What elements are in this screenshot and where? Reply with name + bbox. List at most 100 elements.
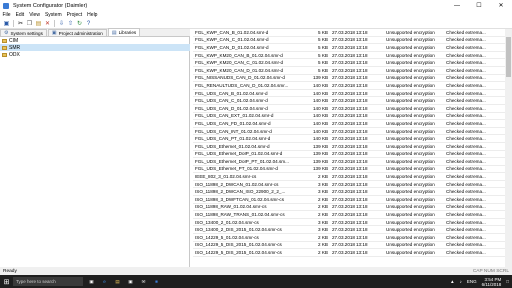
file-row[interactable]: ISO_11898_RAW_TRANS_01.02.04.smr-cs 2 KB 2… <box>193 211 505 219</box>
copy-icon[interactable]: ❐ <box>26 20 33 27</box>
file-row[interactable]: FGL_UDS_Ethernet_01.02.04.smr-d 139 KB 27.… <box>193 143 505 151</box>
file-row[interactable]: FGL_UDS_CAN_EXT_01.02.04.smr-d 140 KB 27.0… <box>193 113 505 121</box>
file-row[interactable]: FGL_UDS_Ethernet_PT_01.02.04.smr-d 139 KB… <box>193 166 505 174</box>
file-row[interactable]: FGL_KWP_CAN_D_01.02.04.smr-d 5 KB 27.03.20… <box>193 44 505 52</box>
file-date: 27.03.2018 <box>332 174 355 180</box>
file-row[interactable]: ISO_14229_5_DIS_2015_01.02.04.smr-cs 2 KB… <box>193 249 505 257</box>
file-name: FGL_KWP_CAN_B_01.02.04.smr-d <box>195 29 269 35</box>
file-time: 13:18 <box>356 98 368 104</box>
file-row[interactable]: ISO_14229_5_DIS_2015_01.02.04.smr-cs 2 KB… <box>193 242 505 250</box>
vertical-scrollbar[interactable] <box>505 29 512 267</box>
file-size: 3 KB <box>318 181 328 187</box>
file-name: FGL_KWP_KM20_CAN_C_01.02.04.smr-d <box>195 60 284 66</box>
task-view-icon[interactable]: ▣ <box>85 275 98 288</box>
store-icon[interactable]: ▣ <box>124 275 137 288</box>
tab-project-administration[interactable]: ▣ Project administration <box>47 29 107 36</box>
file-time: 13:18 <box>356 120 368 126</box>
file-size: 140 KB <box>313 105 329 111</box>
file-row[interactable]: ISO_11898_2_DWCAN_ISO_22900_2_2_... 3 KB 2… <box>193 188 505 197</box>
file-status: Checked extrema... <box>446 98 486 104</box>
cut-icon[interactable]: ✂ <box>17 20 24 27</box>
tree-node-cim[interactable]: CIM <box>0 37 189 44</box>
file-row[interactable]: FGL_UDS_Ethernet_DoIP_PT_01.02.04.sm... 1… <box>193 158 505 166</box>
language-indicator[interactable]: ENG <box>467 279 477 284</box>
taskbar-search-input[interactable]: Type here to search <box>13 277 83 286</box>
save-icon[interactable]: ▣ <box>3 20 10 27</box>
file-row[interactable]: FGL_UDS_CAN_PT_01.02.04.smr-d 140 KB 27.03… <box>193 135 505 143</box>
file-name: FGL_UDS_CAN_INT_01.02.04.smr-d <box>195 128 272 134</box>
refresh-icon[interactable]: ↻ <box>76 20 83 27</box>
file-status: Checked extrema... <box>446 219 486 225</box>
file-status: Checked extrema... <box>446 204 486 210</box>
file-row[interactable]: FGL_UDS_CAN_FD_01.02.04.smr-d 140 KB 27.03… <box>193 120 505 128</box>
file-row[interactable]: ISO_11898_3_DWFTCAN_01.02.04.smr-cs 2 KB 2… <box>193 196 505 204</box>
file-date: 27.03.2018 <box>332 60 355 66</box>
file-encryption: Unsupported encryption <box>386 98 435 104</box>
file-row[interactable]: FGL_KWP_KM20_CAN_B_01.02.04.smr-d 5 KB 27.… <box>193 52 505 60</box>
file-row[interactable]: FGL_UDS_CAN_C_01.02.04.smr-d 140 KB 27.03.… <box>193 97 505 105</box>
file-name: ISO_14229_5_DIS_2015_01.02.04.smr-cs <box>195 250 282 256</box>
file-row[interactable]: ISO_11898_RAW_01.02.04.smr-cs 2 KB 27.03.2… <box>193 204 505 212</box>
file-row[interactable]: ISO_13400_2_DIS_2015_01.02.04.smr-cs 3 KB… <box>193 226 505 235</box>
file-time: 13:18 <box>356 219 368 225</box>
minimize-button[interactable]: — <box>446 0 468 11</box>
file-status: Checked extrema... <box>446 37 486 43</box>
mail-icon[interactable]: ✉ <box>137 275 150 288</box>
file-row[interactable]: ISO_13400_2_01.02.04.smr-cs 3 KB 27.03.201… <box>193 219 505 227</box>
menu-view[interactable]: View <box>27 12 43 18</box>
notifications-icon[interactable]: □ <box>506 279 509 284</box>
file-explorer-icon[interactable]: ▤ <box>111 275 124 288</box>
file-size: 5 KB <box>318 60 328 66</box>
title-bar: System Configurator (Daimler) — ☐ ✕ <box>0 0 512 11</box>
file-row[interactable]: IEEE_802_3_01.02.04.smr-cs 2 KB 27.03.2018… <box>193 173 505 181</box>
file-row[interactable]: ISO_11898_2_DWCAN_01.02.04.smr-cs 3 KB 27.… <box>193 181 505 189</box>
file-name: FGL_UDS_CAN_B_01.02.04.smr-d <box>195 90 268 96</box>
file-row[interactable]: FGL_KWP_KM20_CAN_D_01.02.04.smr-d 5 KB 27.… <box>193 67 505 75</box>
window-title: System Configurator (Daimler) <box>13 2 88 9</box>
scrollbar-thumb[interactable] <box>506 37 511 77</box>
file-size: 5 KB <box>318 67 328 73</box>
tree-node-odx[interactable]: ODX <box>0 51 189 58</box>
help-icon[interactable]: ? <box>85 20 92 27</box>
file-row[interactable]: FGL_UDS_CAN_B_01.02.04.smr-d 140 KB 27.03.… <box>193 90 505 98</box>
file-time: 13:18 <box>356 128 368 134</box>
file-encryption: Unsupported encryption <box>386 128 435 134</box>
paste-icon[interactable]: ▤ <box>35 20 42 27</box>
file-encryption: Unsupported encryption <box>386 242 435 248</box>
menu-system[interactable]: System <box>42 12 64 18</box>
close-button[interactable]: ✕ <box>490 0 512 11</box>
clock[interactable]: 3:54 PM 6/11/2018 <box>482 277 502 287</box>
file-row[interactable]: FGL_KWP_CAN_B_01.02.04.smr-d 5 KB 27.03.20… <box>193 29 505 37</box>
file-date: 27.03.2018 <box>332 29 355 35</box>
app-taskbar-icon[interactable]: ■ <box>150 275 163 288</box>
file-row[interactable]: FGL_UDS_CAN_INT_01.02.04.smr-d 140 KB 27.0… <box>193 128 505 136</box>
menu-edit[interactable]: Edit <box>13 12 27 18</box>
file-row[interactable]: FGL_NISSANUDS_CAN_D_01.02.04.smr-d 139 KB… <box>193 75 505 83</box>
menu-project[interactable]: Project <box>64 12 85 18</box>
delete-icon[interactable]: ✕ <box>44 20 51 27</box>
file-row[interactable]: FGL_KWP_CAN_C_01.02.04.smr-d 5 KB 27.03.20… <box>193 37 505 45</box>
edge-browser-icon[interactable]: e <box>98 275 111 288</box>
tree-node-smr[interactable]: SMR <box>0 44 190 51</box>
file-encryption: Unsupported encryption <box>386 181 435 187</box>
file-status: Checked extrema... <box>446 60 486 66</box>
network-icon[interactable]: ▲ <box>450 279 454 284</box>
file-row[interactable]: FGL_UDS_CAN_D_01.02.04.smr-d 140 KB 27.03.… <box>193 105 505 113</box>
windows-start-icon[interactable]: ⊞ <box>0 275 13 288</box>
export-icon[interactable]: ⇧ <box>67 20 74 27</box>
menu-file[interactable]: File <box>0 12 13 18</box>
tab-system-settings[interactable]: ⚙ System settings <box>0 29 47 36</box>
file-row[interactable]: FGL_RENAULTUDS_CAN_D_01.02.04.smr... 140 … <box>193 82 505 90</box>
tab-libraries[interactable]: ▤ Libraries <box>107 28 141 36</box>
volume-icon[interactable]: ♪ <box>460 279 462 284</box>
file-status: Checked extrema... <box>446 120 486 126</box>
file-date: 27.03.2018 <box>332 204 355 210</box>
file-row[interactable]: FGL_KWP_KM20_CAN_C_01.02.04.smr-d 5 KB 27.… <box>193 59 505 67</box>
file-name: FGL_KWP_KM20_CAN_D_01.02.04.smr-d <box>195 67 284 73</box>
maximize-button[interactable]: ☐ <box>468 0 490 11</box>
file-row[interactable]: FGL_UDS_Ethernet_DoIP_01.02.04.smr-d 139 … <box>193 151 505 159</box>
import-icon[interactable]: ⇩ <box>58 20 65 27</box>
menu-help[interactable]: Help <box>85 12 100 18</box>
file-row[interactable]: ISO_14229_5_01.02.04.smr-cs 2 KB 27.03.201… <box>193 234 505 242</box>
file-name: ISO_11898_RAW_01.02.04.smr-cs <box>195 204 267 210</box>
